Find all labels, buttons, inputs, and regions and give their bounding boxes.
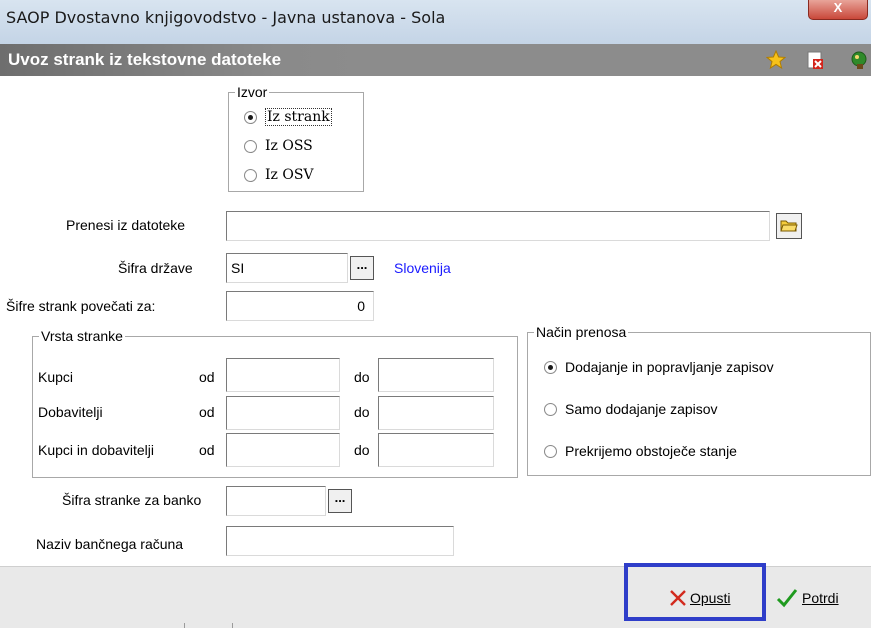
do-label: do (354, 442, 370, 458)
radio-label: Samo dodajanje zapisov (565, 401, 718, 417)
radio-button[interactable] (244, 139, 257, 153)
status-divider (232, 623, 233, 628)
radio-prekrijemo[interactable]: Prekrijemo obstoječe stanje (544, 443, 737, 459)
folder-icon (780, 220, 798, 232)
kupci-od-input[interactable] (226, 358, 340, 392)
radio-label: Iz strank (265, 108, 332, 126)
star-icon[interactable] (766, 50, 786, 70)
radio-dodajanje-popravljanje[interactable]: Dodajanje in popravljanje zapisov (544, 359, 774, 375)
cancel-button[interactable]: Opusti (668, 583, 730, 613)
open-folder-button[interactable] (776, 213, 802, 239)
country-browse-button[interactable]: ... (350, 256, 374, 280)
radio-iz-osv[interactable]: Iz OSV (244, 167, 314, 183)
bank-account-input[interactable] (226, 526, 454, 556)
exit-icon[interactable] (849, 50, 869, 70)
radio-button[interactable] (544, 444, 557, 458)
increase-input[interactable]: 0 (226, 291, 374, 321)
file-label: Prenesi iz datoteke (66, 217, 186, 233)
cancel-x-icon (670, 590, 686, 606)
od-label: od (199, 442, 215, 458)
kupci-label: Kupci (38, 369, 74, 385)
radio-iz-oss[interactable]: Iz OSS (244, 138, 313, 154)
kupci-in-dobavitelji-label: Kupci in dobavitelji (38, 442, 154, 458)
cancel-label: Opusti (690, 590, 731, 606)
dobavitelji-do-input[interactable] (378, 396, 494, 430)
radio-iz-strank[interactable]: Iz strank (244, 108, 332, 126)
form-title: Uvoz strank iz tekstovne datoteke (0, 44, 370, 76)
radio-label: Iz OSV (265, 167, 314, 183)
izvor-legend: Izvor (235, 84, 270, 100)
window-titlebar: SAOP Dvostavno knjigovodstvo - Javna ust… (0, 0, 871, 44)
kupci-do-input[interactable] (378, 358, 494, 392)
delete-document-icon[interactable] (805, 50, 825, 70)
close-button[interactable]: X (808, 0, 868, 20)
confirm-label: Potrdi (802, 590, 839, 606)
checkmark-icon (776, 589, 798, 608)
country-label: Šifra države (118, 260, 193, 276)
status-divider (184, 623, 185, 628)
bank-code-browse-button[interactable]: ... (328, 489, 352, 513)
kupci-in-dobavitelji-od-input[interactable] (226, 433, 340, 467)
window-title: SAOP Dvostavno knjigovodstvo - Javna ust… (6, 8, 446, 27)
file-input[interactable] (226, 211, 770, 241)
confirm-button[interactable]: Potrdi (776, 583, 839, 613)
dobavitelji-od-input[interactable] (226, 396, 340, 430)
radio-label: Iz OSS (265, 138, 313, 154)
do-label: do (354, 369, 370, 385)
increase-label: Šifre strank povečati za: (6, 298, 156, 314)
nacin-prenosa-legend: Način prenosa (534, 324, 629, 340)
radio-label: Dodajanje in popravljanje zapisov (565, 359, 774, 375)
bank-code-label: Šifra stranke za banko (62, 492, 202, 508)
od-label: od (199, 404, 215, 420)
dobavitelji-label: Dobavitelji (38, 404, 103, 420)
country-input[interactable]: SI (226, 253, 348, 283)
radio-button[interactable] (244, 168, 257, 182)
od-label: od (199, 369, 215, 385)
country-name-link[interactable]: Slovenija (394, 260, 451, 276)
radio-label: Prekrijemo obstoječe stanje (565, 443, 737, 459)
bank-code-input[interactable] (226, 486, 326, 516)
radio-button-checked[interactable] (544, 360, 557, 374)
form-header: Uvoz strank iz tekstovne datoteke (0, 44, 871, 76)
radio-button-checked[interactable] (244, 110, 257, 124)
bank-account-label: Naziv bančnega računa (36, 536, 184, 552)
do-label: do (354, 404, 370, 420)
kupci-in-dobavitelji-do-input[interactable] (378, 433, 494, 467)
radio-samo-dodajanje[interactable]: Samo dodajanje zapisov (544, 401, 718, 417)
vrsta-stranke-legend: Vrsta stranke (39, 328, 125, 344)
radio-button[interactable] (544, 402, 557, 416)
